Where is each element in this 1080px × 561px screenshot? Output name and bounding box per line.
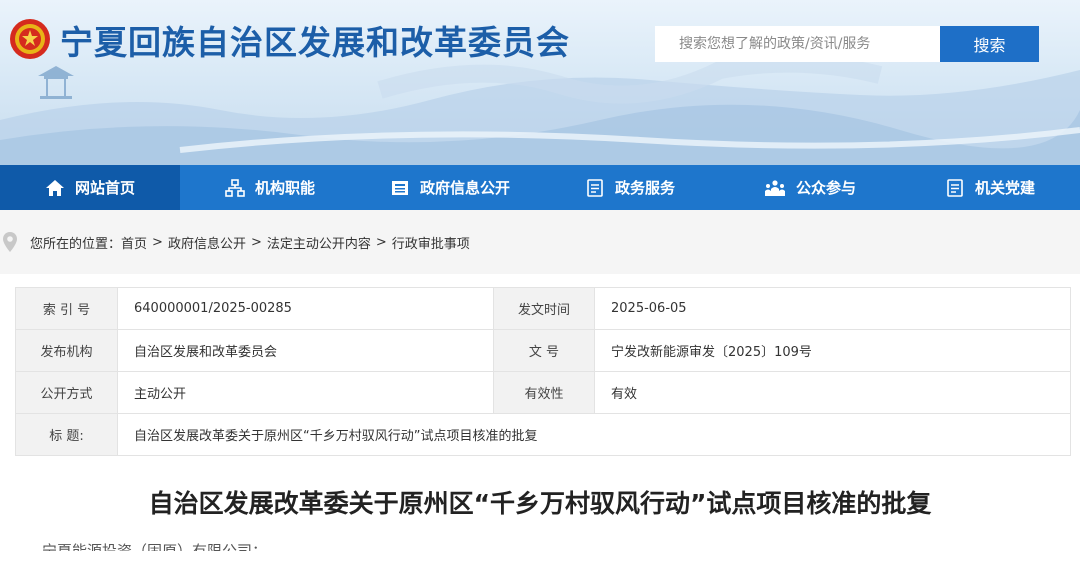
site-title: 宁夏回族自治区发展和改革委员会 bbox=[60, 23, 570, 62]
index-value: 640000001/2025-00285 bbox=[117, 287, 494, 330]
mode-label: 公开方式 bbox=[15, 371, 118, 414]
breadcrumb-separator: > bbox=[250, 234, 262, 250]
breadcrumb-home[interactable]: 首页 bbox=[121, 233, 147, 252]
issuer-label: 发布机构 bbox=[15, 329, 118, 372]
national-emblem-icon bbox=[10, 19, 50, 59]
document-title: 自治区发展改革委关于原州区“千乡万村驭风行动”试点项目核准的批复 bbox=[148, 489, 932, 518]
table-row: 索 引 号 640000001/2025-00285 发文时间 2025-06-… bbox=[15, 287, 1071, 330]
nav-item-party-building[interactable]: 机关党建 bbox=[900, 165, 1080, 210]
breadcrumb: 您所在的位置： 首页 > 政府信息公开 > 法定主动公开内容 > 行政审批事项 bbox=[0, 210, 1080, 274]
issuer-value: 自治区发展和改革委员会 bbox=[117, 329, 494, 372]
document-list-icon bbox=[947, 178, 963, 197]
title-label: 标 题: bbox=[15, 413, 118, 456]
date-value: 2025-06-05 bbox=[594, 287, 1071, 330]
newspaper-icon bbox=[391, 180, 408, 195]
location-pin-icon bbox=[3, 232, 17, 252]
mode-value: 主动公开 bbox=[117, 371, 494, 414]
table-row: 公开方式 主动公开 有效性 有效 bbox=[15, 371, 1071, 414]
document-list-icon bbox=[587, 178, 603, 197]
people-icon bbox=[764, 179, 785, 196]
breadcrumb-approval[interactable]: 行政审批事项 bbox=[392, 233, 470, 252]
nav-item-home[interactable]: 网站首页 bbox=[0, 165, 180, 210]
breadcrumb-prefix: 您所在的位置： bbox=[30, 236, 122, 252]
main-nav: 网站首页 机构职能 政府信息公开 政务服务 公众参与 机关党建 bbox=[0, 165, 1080, 210]
nav-label: 政务服务 bbox=[614, 179, 675, 197]
breadcrumb-gov-info[interactable]: 政府信息公开 bbox=[168, 233, 246, 252]
docno-value: 宁发改新能源审发〔2025〕109号 bbox=[594, 329, 1071, 372]
date-label: 发文时间 bbox=[493, 287, 595, 330]
document-meta-table: 索 引 号 640000001/2025-00285 发文时间 2025-06-… bbox=[15, 287, 1071, 456]
search-button[interactable]: 搜索 bbox=[940, 26, 1039, 62]
nav-label: 政府信息公开 bbox=[419, 179, 510, 197]
nav-item-organization[interactable]: 机构职能 bbox=[180, 165, 360, 210]
validity-value: 有效 bbox=[594, 371, 1071, 414]
nav-label: 公众参与 bbox=[795, 179, 856, 197]
index-label: 索 引 号 bbox=[15, 287, 118, 330]
table-row: 标 题: 自治区发展改革委关于原州区“千乡万村驭风行动”试点项目核准的批复 bbox=[15, 413, 1071, 456]
nav-item-public-participation[interactable]: 公众参与 bbox=[720, 165, 900, 210]
nav-item-gov-info[interactable]: 政府信息公开 bbox=[360, 165, 540, 210]
table-row: 发布机构 自治区发展和改革委员会 文 号 宁发改新能源审发〔2025〕109号 bbox=[15, 329, 1071, 372]
nav-label: 网站首页 bbox=[74, 179, 135, 197]
nav-label: 机关党建 bbox=[974, 179, 1035, 197]
home-icon bbox=[45, 179, 64, 196]
pavilion-icon bbox=[38, 66, 74, 99]
org-chart-icon bbox=[225, 178, 245, 197]
breadcrumb-statutory[interactable]: 法定主动公开内容 bbox=[267, 233, 371, 252]
nav-label: 机构职能 bbox=[254, 179, 315, 197]
docno-label: 文 号 bbox=[493, 329, 595, 372]
nav-item-gov-service[interactable]: 政务服务 bbox=[540, 165, 720, 210]
search-input[interactable] bbox=[655, 26, 940, 62]
header-banner: 宁夏回族自治区发展和改革委员会 搜索 bbox=[0, 0, 1080, 165]
title-value: 自治区发展改革委关于原州区“千乡万村驭风行动”试点项目核准的批复 bbox=[117, 413, 1071, 456]
breadcrumb-separator: > bbox=[152, 234, 163, 250]
validity-label: 有效性 bbox=[493, 371, 595, 414]
breadcrumb-separator: > bbox=[375, 234, 387, 250]
